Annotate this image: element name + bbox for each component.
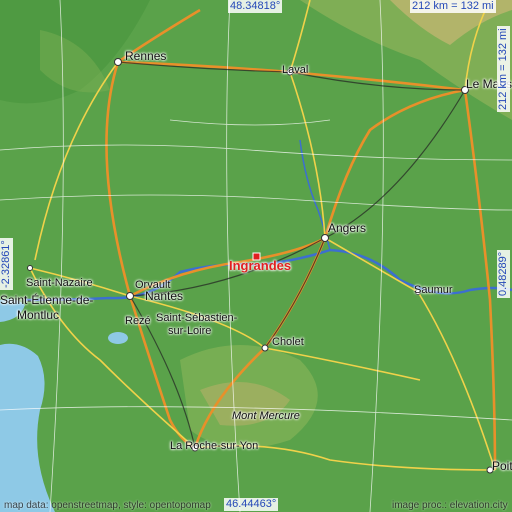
image-credits: image proc.: elevation.city xyxy=(392,500,508,511)
focus-place-label: Ingrandes xyxy=(229,258,292,273)
city-label-cholet: Cholet xyxy=(272,336,304,348)
city-label-orvault: Orvault xyxy=(135,279,171,291)
city-label-nantes: Nantes xyxy=(145,289,184,303)
city-label-mont-mercure: Mont Mercure xyxy=(232,410,300,422)
city-label-saint-etienne-1: Saint-Étienne-de- xyxy=(0,293,94,307)
city-label-reze: Rezé xyxy=(125,315,151,327)
saint-nazaire-marker xyxy=(27,265,33,271)
city-label-saint-nazaire: Saint-Nazaire xyxy=(26,277,93,289)
map-credits: map data: openstreetmap, style: opentopo… xyxy=(4,500,211,511)
city-label-poitiers: Poit xyxy=(492,459,512,473)
top-latitude-label: 48.34818° xyxy=(228,0,283,13)
city-label-saint-sebastien-2: sur-Loire xyxy=(168,325,212,337)
angers-marker xyxy=(321,234,329,242)
lake xyxy=(108,332,128,344)
city-label-saint-sebastien-1: Saint-Sébastien- xyxy=(156,312,238,324)
city-label-saumur: Saumur xyxy=(414,284,453,296)
city-label-la-roche-sur-yon: La Roche-sur-Yon xyxy=(170,440,259,452)
terrain-layer xyxy=(0,0,512,512)
left-longitude-label: -2.32861° xyxy=(0,238,13,290)
city-label-angers: Angers xyxy=(328,221,367,235)
rennes-marker xyxy=(114,58,122,66)
bottom-latitude-label: 46.44463° xyxy=(224,498,279,511)
city-label-laval: Laval xyxy=(282,64,309,76)
scale-label-top: 212 km = 132 mi xyxy=(410,0,496,13)
right-longitude-label: 0.48289° xyxy=(497,249,510,298)
city-label-saint-etienne-2: Montluc xyxy=(17,308,60,322)
scale-label-right: 212 km = 132 mi xyxy=(497,26,510,112)
map[interactable]: Rennes Laval Le Mans Angers Saint-Nazair… xyxy=(0,0,512,512)
nantes-marker xyxy=(126,292,134,300)
city-label-rennes: Rennes xyxy=(125,49,167,63)
cholet-marker xyxy=(261,344,269,352)
